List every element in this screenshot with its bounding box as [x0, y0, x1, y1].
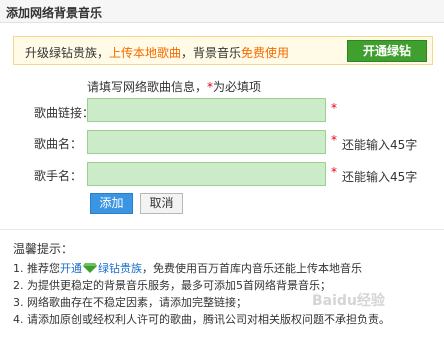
singer-name-char-counter: 还能输入45字 [342, 170, 418, 184]
add-button[interactable]: 添加 [90, 193, 133, 214]
tips-title: 温馨提示： [13, 242, 74, 256]
form-hint: 请填写网络歌曲信息，*为必填项 [87, 78, 261, 95]
promo-banner: 升级绿钻贵族，上传本地歌曲，背景音乐免费使用 开通绿钻 [13, 36, 433, 65]
promo-middle: ，背景音乐 [181, 46, 242, 60]
singer-name-input[interactable] [87, 162, 326, 186]
tip-3: 3. 网络歌曲存在不稳定因素，请添加完整链接； [13, 296, 247, 309]
song-link-input[interactable] [87, 98, 326, 122]
song-link-label: 歌曲链接： [34, 106, 95, 120]
baidu-watermark: Baidu经验 [312, 293, 385, 309]
song-name-label: 歌曲名： [34, 137, 83, 151]
song-name-required-mark: * [331, 133, 337, 147]
green-diamond-link[interactable]: 绿钻贵族 [98, 262, 142, 275]
dialog-title: 添加网络背景音乐 [6, 6, 103, 20]
promo-text: 升级绿钻贵族，上传本地歌曲，背景音乐免费使用 [25, 44, 289, 61]
promo-free-use: 免费使用 [241, 46, 290, 60]
form-hint-text: 请填写网络歌曲信息， [87, 80, 208, 94]
cancel-button[interactable]: 取消 [140, 193, 183, 214]
song-name-char-counter: 还能输入45字 [342, 138, 418, 152]
tip-1-suffix: ，免费使用百万首库内音乐还能上传本地音乐 [142, 262, 362, 275]
singer-name-label: 歌手名： [34, 169, 83, 183]
promo-upload-local: 上传本地歌曲 [109, 46, 182, 60]
singer-name-required-mark: * [331, 165, 337, 179]
dialog-titlebar: 添加网络背景音乐 [0, 0, 444, 23]
tip-1: 1. 推荐您开通 绿钻贵族，免费使用百万首库内音乐还能上传本地音乐 [13, 260, 362, 276]
tip-4: 4. 请添加原创或经权利人许可的歌曲，腾讯公司对相关版权问题不承担负责。 [13, 313, 390, 326]
green-diamond-icon [83, 263, 97, 273]
form-hint-required: 为必填项 [213, 80, 262, 94]
tip-1-prefix: 1. 推荐您 [13, 262, 60, 275]
song-link-required-mark: * [331, 101, 337, 115]
promo-prefix: 升级绿钻贵族， [25, 46, 110, 60]
open-green-diamond-button[interactable]: 开通绿钻 [347, 40, 427, 62]
tip-2: 2. 为提供更稳定的背景音乐服务，最多可添加5首网络背景音乐； [13, 279, 331, 292]
divider [0, 229, 444, 230]
song-name-input[interactable] [87, 130, 326, 154]
open-link[interactable]: 开通 [60, 262, 82, 275]
